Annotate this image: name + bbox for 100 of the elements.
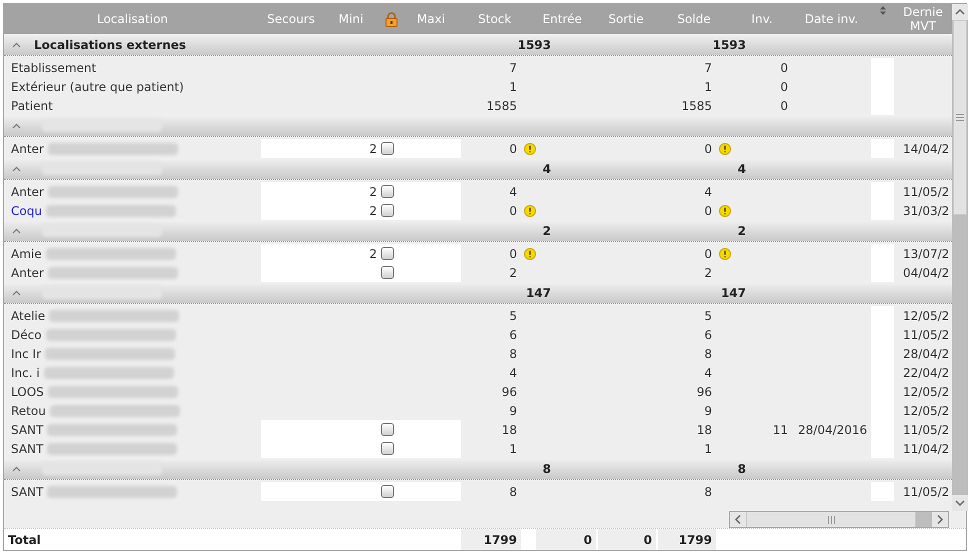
checkbox[interactable] — [381, 142, 394, 155]
group-total: 147 — [720, 286, 746, 300]
table-cell-text: 13/07/2 — [903, 246, 950, 262]
chevron-up-icon[interactable] — [12, 290, 21, 296]
group-total: 147 — [526, 286, 551, 300]
warning-icon — [719, 204, 731, 216]
table-cell-text: 0 — [704, 246, 712, 262]
table-cell-text: 0 — [509, 202, 517, 220]
table-cell-text: 1 — [509, 78, 517, 96]
group-header[interactable]: 147 147 — [4, 282, 952, 304]
location-name: Anter — [11, 140, 44, 158]
checkbox[interactable] — [381, 266, 394, 279]
checkbox[interactable] — [381, 423, 394, 436]
table-cell-text: 7 — [509, 60, 517, 76]
total-cell-text: 1799 — [678, 532, 712, 548]
warning-icon — [719, 142, 731, 154]
location-link[interactable]: Coqu — [11, 202, 42, 220]
scroll-up-icon[interactable] — [952, 4, 968, 20]
sort-icon[interactable] — [880, 6, 886, 15]
table-cell-text: 2 — [369, 140, 377, 158]
table-cell-text: 8 — [509, 484, 517, 500]
table-cell-text: 96 — [502, 384, 517, 400]
table-cell-text: 0 — [509, 246, 517, 262]
warning-icon — [524, 248, 536, 260]
group-title: Localisations externes — [34, 36, 186, 54]
location-name: Retou — [11, 402, 46, 420]
group-header[interactable]: 4 4 — [4, 158, 952, 180]
table-cell-text: 0 — [780, 78, 788, 96]
table-cell-text: 12/05/2 — [903, 402, 950, 420]
table-cell-text: 2 — [704, 264, 712, 282]
checkbox[interactable] — [381, 204, 394, 217]
lock-icon[interactable] — [384, 12, 398, 26]
location-name: LOOS — [11, 384, 44, 400]
table-cell-text: 0 — [780, 98, 788, 114]
scroll-right-icon[interactable] — [932, 512, 948, 527]
total-cell-text: 0 — [584, 532, 592, 548]
vertical-scrollbar[interactable] — [952, 4, 968, 511]
location-name: Déco — [11, 326, 42, 344]
location-name: Patient — [11, 98, 53, 114]
table-cell-text: 96 — [696, 384, 712, 400]
table-cell-text: 18 — [502, 422, 517, 438]
table-cell-text: 2 — [369, 184, 377, 200]
table-cell-text: 8 — [509, 346, 517, 362]
group-header[interactable]: 2 2 — [4, 220, 952, 242]
table-cell-text: 5 — [509, 308, 517, 324]
chevron-up-icon[interactable] — [12, 466, 21, 472]
table-cell-text: 1 — [509, 440, 517, 458]
table-cell-text: 4 — [509, 184, 517, 200]
table-cell-text: 11/04/2 — [903, 440, 950, 458]
table-cell-text: 28/04/2016 — [798, 422, 868, 438]
table-cell-text: 0 — [509, 140, 517, 158]
scrollbar-thumb[interactable] — [953, 20, 967, 215]
warning-icon — [524, 204, 536, 216]
table-cell-text: 0 — [704, 202, 712, 220]
total-label: Total — [8, 532, 41, 548]
table-cell-text: 5 — [704, 308, 712, 324]
table-cell-text: 9 — [704, 402, 712, 420]
location-name: Extérieur (autre que patient) — [11, 78, 184, 96]
chevron-up-icon[interactable] — [12, 166, 21, 172]
group-header[interactable] — [4, 115, 952, 137]
table-cell-text: 28/04/2 — [903, 346, 950, 362]
scrollbar-thumb[interactable] — [746, 512, 916, 527]
group-total: 8 — [738, 462, 746, 476]
group-total: 2 — [738, 224, 746, 238]
location-name: SANT — [11, 484, 44, 500]
chevron-up-icon[interactable] — [12, 122, 21, 128]
group-total: 4 — [738, 162, 746, 176]
group-header[interactable]: 8 8 — [4, 458, 952, 480]
checkbox[interactable] — [381, 442, 394, 455]
location-name: Etablissement — [11, 60, 96, 76]
group-total: 8 — [542, 462, 551, 476]
checkbox[interactable] — [381, 485, 394, 498]
table-cell-text: 8 — [704, 346, 712, 362]
warning-icon — [719, 248, 731, 260]
table-cell-text: 4 — [509, 364, 517, 382]
grip-icon — [828, 516, 834, 524]
table-cell-text: 31/03/2 — [903, 202, 950, 220]
location-name: Anter — [11, 184, 44, 200]
group-total: 2 — [542, 224, 551, 238]
location-name: SANT — [11, 422, 44, 438]
horizontal-scrollbar[interactable] — [729, 511, 949, 528]
chevron-up-icon[interactable] — [12, 228, 21, 234]
table-cell-text: 11 — [772, 422, 788, 438]
chevron-up-icon[interactable] — [12, 42, 21, 48]
scroll-down-icon[interactable] — [952, 495, 968, 511]
table-cell-text: 4 — [704, 184, 712, 200]
table-cell-text: 12/05/2 — [903, 308, 950, 324]
table-cell-text: 8 — [704, 484, 712, 500]
grip-icon — [956, 114, 964, 121]
table-cell-text: 1 — [704, 78, 712, 96]
location-name: Atelie — [11, 308, 46, 324]
scroll-left-icon[interactable] — [730, 512, 746, 527]
group-header[interactable]: Localisations externes 1593 1593 — [4, 34, 952, 56]
total-cell-text: 0 — [644, 532, 652, 548]
table-cell-text: 0 — [704, 140, 712, 158]
table-cell-text: 22/04/2 — [903, 364, 950, 382]
checkbox[interactable] — [381, 185, 394, 198]
location-name: SANT — [11, 440, 44, 458]
warning-icon — [524, 142, 536, 154]
checkbox[interactable] — [381, 247, 394, 260]
